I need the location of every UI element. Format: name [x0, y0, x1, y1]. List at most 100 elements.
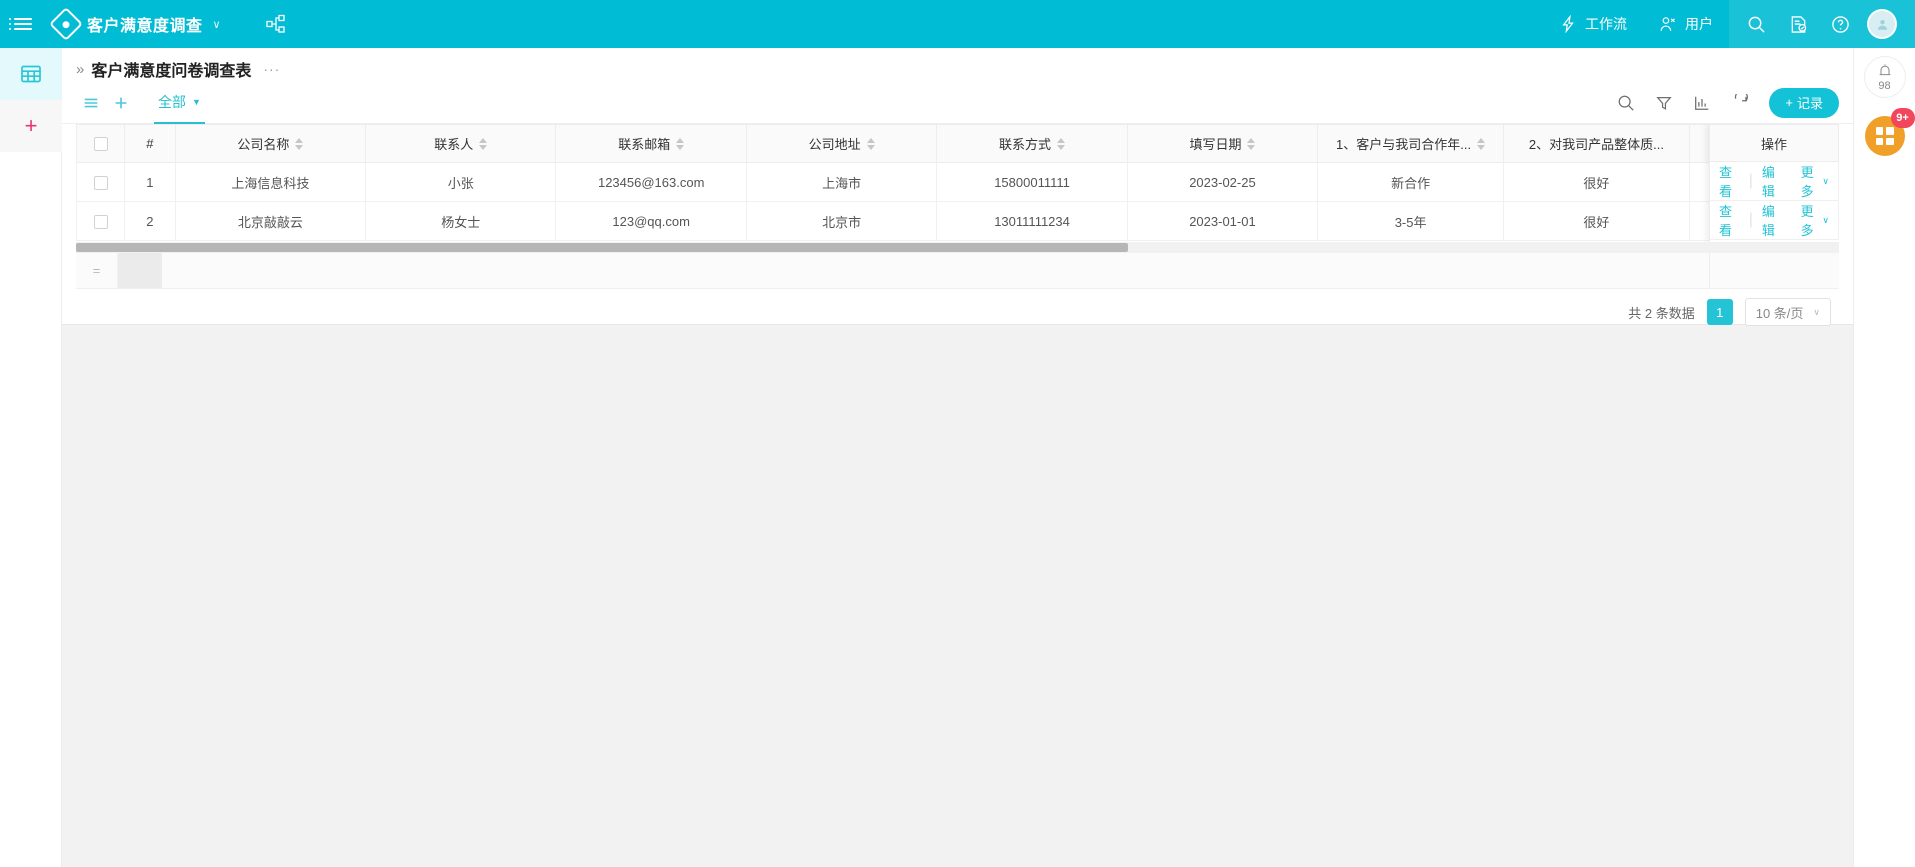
more-label: 更多 [1800, 165, 1814, 199]
document-check-icon [1789, 15, 1808, 34]
nav-workflow[interactable]: 工作流 [1544, 0, 1643, 48]
more-label: 更多 [1800, 204, 1814, 238]
table-search-button[interactable] [1607, 88, 1645, 118]
notifications-button[interactable]: 98 [1863, 56, 1906, 98]
header-index-label: # [146, 136, 154, 151]
page-more-menu-button[interactable]: ··· [263, 61, 280, 77]
sort-icon[interactable] [1477, 137, 1486, 150]
table-body: 1 上海信息科技 小张 123456@163.com 上海市 158000111… [76, 162, 1839, 241]
plus-icon: + [1785, 95, 1793, 110]
more-button[interactable]: 更多 ∨ [1792, 201, 1838, 239]
chevron-down-icon[interactable]: ∨ [213, 18, 221, 31]
nav-users[interactable]: 用户 [1643, 0, 1729, 48]
cell-date[interactable]: 2023-02-25 [1126, 162, 1319, 202]
nav-users-label: 用户 [1685, 16, 1713, 32]
row-select-cell[interactable] [76, 162, 126, 202]
header-date[interactable]: 填写日期 [1126, 124, 1319, 163]
cell-address[interactable]: 上海市 [745, 162, 938, 202]
total-records-label: 共 2 条数据 [1628, 305, 1695, 321]
scrollbar-thumb[interactable] [76, 243, 1128, 252]
cell-phone[interactable]: 13011111234 [936, 201, 1128, 241]
summary-equals-icon[interactable]: = [76, 253, 118, 288]
search-icon [1617, 94, 1635, 112]
header-address[interactable]: 公司地址 [745, 124, 938, 163]
add-record-button[interactable]: + 记录 [1769, 87, 1839, 118]
table-row[interactable]: 1 上海信息科技 小张 123456@163.com 上海市 158000111… [76, 162, 1839, 202]
header-contact[interactable]: 联系人 [365, 124, 557, 163]
cell-email[interactable]: 123456@163.com [555, 162, 747, 202]
more-button[interactable]: 更多 ∨ [1792, 162, 1838, 200]
sort-icon[interactable] [479, 137, 488, 150]
cell-company[interactable]: 上海信息科技 [174, 162, 367, 202]
sort-icon[interactable] [676, 137, 685, 150]
sidebar-add-app-button[interactable]: + [0, 100, 62, 152]
avatar[interactable] [1867, 9, 1897, 39]
main-content: » 客户满意度问卷调查表 ··· 全部 ▼ + 记录 # 公司名称 联系人 联系… [62, 48, 1853, 867]
cell-company[interactable]: 北京敲敲云 [174, 201, 367, 241]
apps-launcher-button[interactable]: 9+ [1864, 108, 1915, 156]
top-bar: 客户满意度调查 ∨ 工作流 用户 [0, 0, 1915, 48]
users-icon [1659, 15, 1678, 33]
add-record-label: 记录 [1796, 96, 1823, 111]
app-logo-link[interactable]: 客户满意度调查 [49, 7, 203, 41]
task-approval-button[interactable] [1777, 0, 1819, 48]
main-menu-button[interactable] [0, 0, 46, 48]
table-filter-button[interactable] [1645, 88, 1683, 118]
row-checkbox[interactable] [93, 214, 108, 229]
row-checkbox[interactable] [93, 175, 108, 190]
cell-date[interactable]: 2023-01-01 [1126, 201, 1319, 241]
chevron-down-icon: ▼ [192, 96, 201, 107]
cell-contact[interactable]: 杨女士 [365, 201, 557, 241]
global-search-button[interactable] [1735, 0, 1777, 48]
edit-button[interactable]: 编辑 [1753, 201, 1792, 239]
cell-q1[interactable]: 新合作 [1317, 162, 1504, 202]
double-chevron-right-icon[interactable]: » [76, 61, 84, 78]
app-name: 客户满意度调查 [87, 18, 203, 35]
page-header: » 客户满意度问卷调查表 ··· [62, 48, 1853, 82]
view-button[interactable]: 查看 [1710, 162, 1749, 200]
cell-phone[interactable]: 15800011111 [936, 162, 1128, 202]
sidebar-item-table[interactable] [0, 48, 62, 100]
sort-icon[interactable] [295, 137, 304, 150]
nav-workflow-label: 工作流 [1585, 16, 1627, 32]
data-table: # 公司名称 联系人 联系邮箱 公司地址 联系方式 填写日期 1、客户与我司合作… [76, 124, 1839, 242]
cell-q2[interactable]: 很好 [1503, 162, 1690, 202]
org-chart-icon[interactable] [261, 9, 291, 39]
add-view-button[interactable] [106, 88, 136, 118]
cell-contact[interactable]: 小张 [365, 162, 557, 202]
header-phone[interactable]: 联系方式 [936, 124, 1128, 163]
cell-address[interactable]: 北京市 [745, 201, 938, 241]
frozen-actions-header: 操作 [1710, 124, 1839, 162]
edit-button[interactable]: 编辑 [1753, 162, 1792, 200]
sort-icon[interactable] [1057, 137, 1066, 150]
view-button[interactable]: 查看 [1710, 201, 1749, 239]
sort-icon[interactable] [866, 137, 875, 150]
bell-icon [1877, 63, 1893, 79]
summary-highlight-cell[interactable] [118, 253, 162, 288]
cell-email[interactable]: 123@qq.com [555, 201, 747, 241]
table-row[interactable]: 2 北京敲敲云 杨女士 123@qq.com 北京市 13011111234 2… [76, 201, 1839, 241]
select-all-checkbox[interactable] [93, 137, 108, 152]
table-chart-button[interactable] [1683, 88, 1721, 118]
horizontal-scrollbar[interactable] [76, 242, 1839, 253]
header-q1[interactable]: 1、客户与我司合作年... [1317, 124, 1504, 163]
help-button[interactable] [1819, 0, 1861, 48]
list-view-icon[interactable] [76, 88, 106, 118]
table-head: # 公司名称 联系人 联系邮箱 公司地址 联系方式 填写日期 1、客户与我司合作… [76, 124, 1839, 163]
page-number-1[interactable]: 1 [1706, 299, 1733, 325]
header-company[interactable]: 公司名称 [174, 124, 367, 163]
header-index: # [124, 124, 176, 163]
row-index: 2 [124, 201, 176, 241]
header-q2[interactable]: 2、对我司产品整体质... [1503, 124, 1690, 163]
page-size-select[interactable]: 10 条/页 ∨ [1744, 298, 1831, 326]
cell-q1[interactable]: 3-5年 [1317, 201, 1504, 241]
table-refresh-button[interactable] [1721, 88, 1759, 118]
header-select-all[interactable] [76, 124, 126, 163]
search-icon [1747, 15, 1766, 34]
sort-icon[interactable] [1247, 137, 1256, 150]
tab-all[interactable]: 全部 ▼ [154, 82, 205, 124]
apps-badge: 9+ [1890, 108, 1915, 128]
row-select-cell[interactable] [76, 201, 126, 241]
cell-q2[interactable]: 很好 [1503, 201, 1690, 241]
header-email[interactable]: 联系邮箱 [555, 124, 747, 163]
